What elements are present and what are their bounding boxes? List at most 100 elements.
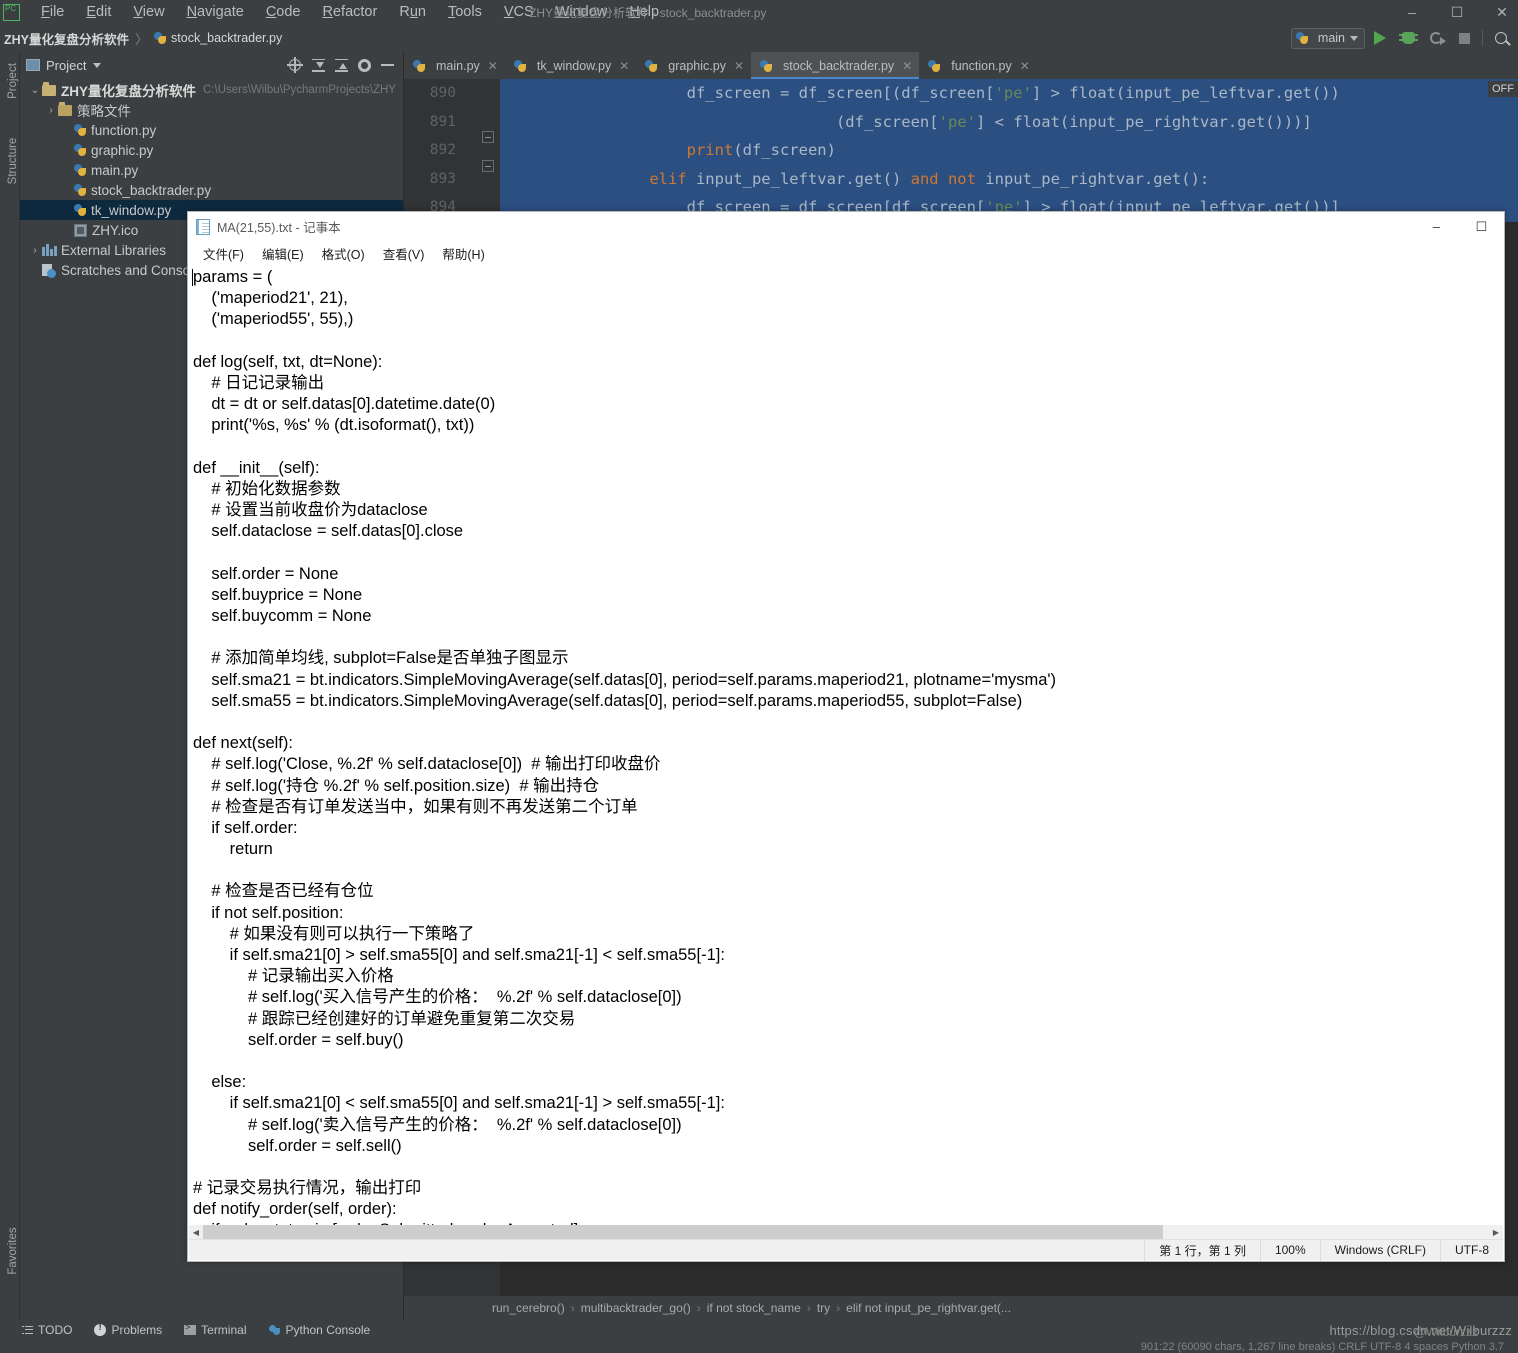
tool-button-problems-label: Problems [111,1323,163,1337]
notepad-text-line: # 添加简单均线, subplot=False是否单独子图显示 [193,649,569,668]
expand-all-button[interactable] [331,55,351,75]
editor-breadcrumb-item[interactable]: multibacktrader_go() [581,1301,691,1315]
collapse-all-button[interactable] [308,55,328,75]
chevron-down-icon[interactable]: ⌄ [28,85,42,96]
editor-breadcrumb-item[interactable]: elif not input_pe_rightvar.get(... [846,1301,1011,1315]
notepad-text-line: dt = dt or self.datas[0].datetime.date(0… [193,395,496,414]
editor-tab-function.py[interactable]: function.py ✕ [919,52,1037,79]
menu-run[interactable]: Run [388,2,437,23]
close-icon[interactable]: ✕ [1020,59,1030,73]
fold-marker[interactable] [482,131,494,143]
notepad-menu-查看v[interactable]: 查看(V) [375,242,433,265]
status-cursor-position: 第 1 行，第 1 列 [1144,1239,1260,1261]
notepad-text-line: if self.order: [193,818,298,837]
close-icon[interactable]: ✕ [488,59,498,73]
editor-tab-tk_window.py[interactable]: tk_window.py ✕ [505,52,636,79]
editor-tab-main.py[interactable]: main.py ✕ [404,52,505,79]
run-button[interactable] [1367,26,1393,50]
ico-file-icon [74,223,87,237]
project-icon [26,59,40,71]
code-line: elif input_pe_leftvar.get() and not inpu… [500,164,1518,193]
menu-file[interactable]: File [30,2,75,23]
notepad-text-line: self.order = self.buy() [193,1030,404,1049]
coverage-button[interactable] [1423,26,1449,50]
locate-file-button[interactable] [285,55,305,75]
notepad-menu-编辑e[interactable]: 编辑(E) [254,242,312,265]
menu-tools[interactable]: Tools [437,2,493,23]
menu-view[interactable]: View [122,2,175,23]
terminal-icon [184,1322,197,1335]
project-settings-button[interactable] [354,55,374,75]
breadcrumb-file[interactable]: stock_backtrader.py [154,31,282,45]
notepad-menu-文件f[interactable]: 文件(F) [195,242,252,265]
chevron-right-icon[interactable]: › [44,105,58,116]
tree-node-main.py[interactable]: ›main.py [20,160,403,180]
notepad-menu-帮助h[interactable]: 帮助(H) [434,242,492,265]
editor-breadcrumb-item[interactable]: try [817,1301,830,1315]
close-icon[interactable]: ✕ [734,59,744,73]
code-line: print(df_screen) [500,136,1518,165]
window-maximize-button[interactable]: ☐ [1443,0,1471,24]
editor-breadcrumb-item[interactable]: if not stock_name [707,1301,801,1315]
notepad-text-line: # 设置当前收盘价为dataclose [193,501,428,520]
notepad-horizontal-scrollbar[interactable]: ◀ ▶ [189,1225,1503,1239]
python-file-icon [645,59,658,73]
editor-tab-stock_backtrader.py[interactable]: stock_backtrader.py ✕ [751,52,920,79]
window-close-button[interactable]: ✕ [1488,0,1516,24]
maximize-icon: ☐ [1475,218,1488,234]
notepad-icon [196,218,210,235]
scroll-right-arrow-icon[interactable]: ▶ [1489,1225,1503,1239]
tree-node-label: 策略文件 [77,104,131,119]
notepad-text-line [193,860,1503,881]
tool-button-todo[interactable]: TODO [22,1323,72,1337]
tree-node-label: Scratches and Consoles [61,262,208,278]
debug-button[interactable] [1395,26,1421,50]
inspection-off-badge[interactable]: OFF [1488,81,1518,97]
tree-node-path: C:\Users\Wilbu\PycharmProjects\ZHY [203,84,396,96]
notepad-text-line: # 记录交易执行情况，输出打印 [193,1179,422,1198]
menu-navigate[interactable]: Navigate [176,2,255,23]
tool-button-problems[interactable]: Problems [94,1322,163,1337]
menu-edit[interactable]: Edit [75,2,122,23]
close-icon[interactable]: ✕ [619,59,629,73]
notepad-text-area[interactable]: params = ( ('maperiod21', 21), ('maperio… [189,265,1503,1231]
notepad-minimize-button[interactable]: – [1414,212,1459,241]
tree-node-stock_backtrader.py[interactable]: ›stock_backtrader.py [20,180,403,200]
tree-node-graphic.py[interactable]: ›graphic.py [20,140,403,160]
notepad-text-line: # self.log('Close, %.2f' % self.dataclos… [193,755,661,774]
notepad-maximize-button[interactable]: ☐ [1459,212,1504,241]
scroll-left-arrow-icon[interactable]: ◀ [189,1225,203,1239]
python-icon [268,1324,281,1336]
scrollbar-thumb[interactable] [203,1225,1163,1239]
tree-node-label: ZHY量化复盘分析软件 [61,84,196,99]
search-everywhere-button[interactable] [1488,26,1514,50]
hide-panel-button[interactable] [377,55,397,75]
notepad-menu-格式o[interactable]: 格式(O) [314,242,373,265]
tree-node-function.py[interactable]: ›function.py [20,120,403,140]
menu-code[interactable]: Code [255,2,312,23]
search-icon [1495,32,1507,44]
chevron-down-icon[interactable] [93,62,102,68]
editor-breadcrumb-item[interactable]: run_cerebro() [492,1301,565,1315]
tool-button-terminal[interactable]: Terminal [184,1322,247,1337]
tree-node-label: tk_window.py [91,202,172,218]
python-config-icon [1295,31,1309,45]
menu-refactor[interactable]: Refactor [312,2,389,23]
tool-button-python-console[interactable]: Python Console [268,1323,370,1337]
watermark-handle: @Wilburzzz [1413,1325,1478,1339]
chevron-right-icon[interactable]: › [28,245,42,256]
stop-button[interactable] [1451,26,1477,50]
notepad-text-line: def __init__(self): [193,458,320,477]
window-minimize-button[interactable]: – [1398,0,1426,24]
notepad-text-line: self.sma21 = bt.indicators.SimpleMovingA… [193,670,1057,689]
fold-marker[interactable] [482,160,494,172]
editor-tab-graphic.py[interactable]: graphic.py ✕ [636,52,751,79]
collapse-all-icon [311,58,325,72]
editor-tab-label: stock_backtrader.py [783,58,895,73]
tree-node-策略文件[interactable]: › 策略文件 [20,100,403,120]
tree-node-ZHY量化复盘分析软件[interactable]: ⌄ ZHY量化复盘分析软件 C:\Users\Wilbu\PycharmProjec… [20,80,403,100]
close-icon[interactable]: ✕ [902,59,912,73]
python-file-icon [74,183,87,197]
run-configuration-selector[interactable]: main [1290,27,1365,49]
editor-tab-label: main.py [436,58,480,73]
